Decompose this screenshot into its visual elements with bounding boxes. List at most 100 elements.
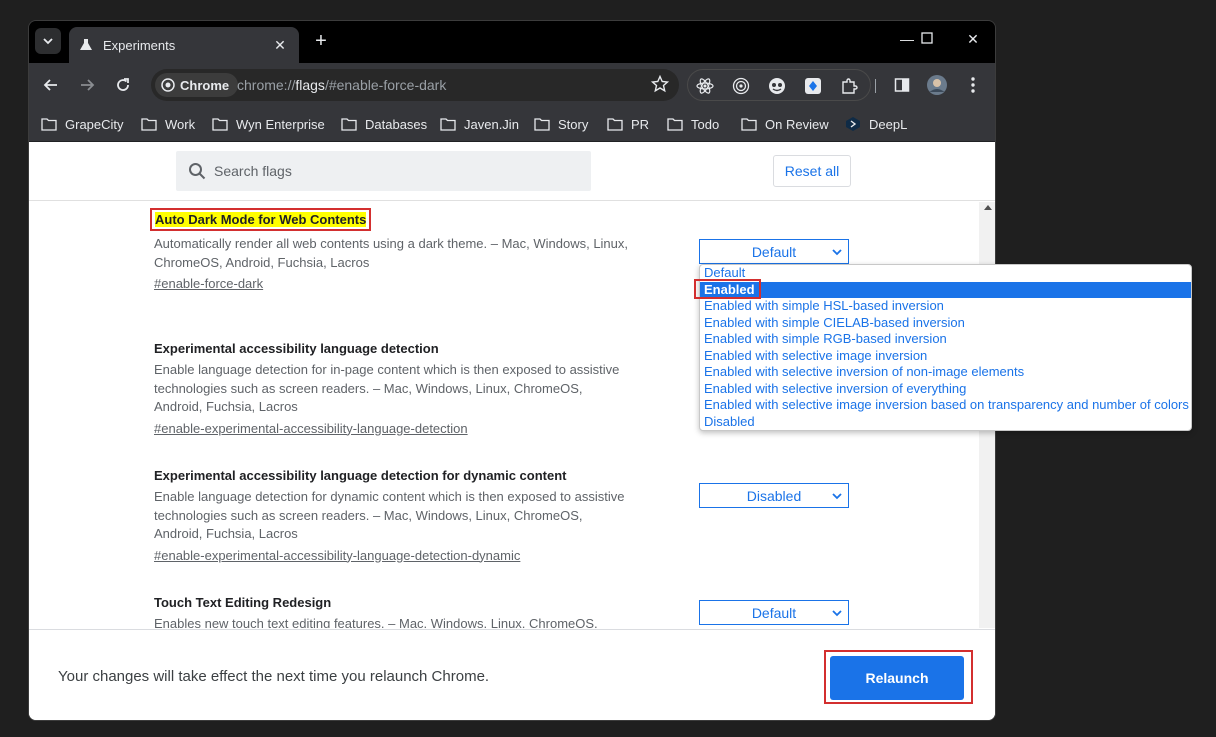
dropdown-option[interactable]: Enabled with simple HSL-based inversion	[700, 298, 1191, 315]
extension-icon-3[interactable]	[768, 77, 786, 95]
flag-item: Experimental accessibility language dete…	[154, 341, 654, 438]
relaunch-message: Your changes will take effect the next t…	[58, 668, 490, 685]
flag-description: Automatically render all web contents us…	[154, 236, 629, 270]
annotation-box: Auto Dark Mode for Web Contents	[150, 208, 372, 231]
tab-experiments[interactable]: Experiments ✕	[69, 27, 299, 63]
bookmark-item[interactable]: PR	[607, 114, 649, 134]
bookmark-label: On Review	[765, 116, 829, 132]
flag-link[interactable]: #enable-experimental-accessibility-langu…	[154, 548, 520, 563]
bookmark-label: Todo	[691, 116, 720, 132]
search-input[interactable]: Search flags	[176, 151, 591, 191]
reset-all-button[interactable]: Reset all	[773, 155, 851, 187]
relaunch-footer: Your changes will take effect the next t…	[29, 629, 995, 720]
bookmark-item[interactable]: Javen.Jin	[440, 114, 519, 134]
dropdown-option[interactable]: Enabled with selective inversion of ever…	[700, 381, 1191, 398]
address-bar[interactable]: Chrome chrome://flags/#enable-force-dark	[151, 69, 679, 101]
bookmark-label: Work	[165, 116, 196, 132]
extensions-area	[687, 69, 871, 101]
select-value: Default	[751, 243, 797, 260]
reload-icon[interactable]	[111, 73, 135, 97]
folder-icon	[741, 118, 757, 131]
url-path: /#enable-force-dark	[324, 77, 447, 93]
close-window-icon[interactable]: ✕	[953, 31, 993, 48]
bookmark-label: PR	[631, 116, 650, 132]
bookmark-item[interactable]: DeepL	[845, 114, 907, 134]
flag-select[interactable]: Disabled	[699, 483, 849, 508]
flag-description: Enable language detection for dynamic co…	[154, 489, 625, 541]
react-devtools-icon[interactable]	[696, 77, 714, 95]
flag-select[interactable]: Default	[699, 239, 849, 264]
dropdown-option[interactable]: Default	[700, 265, 1191, 282]
annotation-box	[694, 279, 761, 299]
flag-select[interactable]: Default	[699, 600, 849, 625]
flag-item: Touch Text Editing Redesign Enables new …	[154, 595, 654, 628]
bookmark-label: DeepL	[869, 116, 908, 132]
chevron-down-icon	[832, 610, 842, 617]
bookmark-label: GrapeCity	[65, 116, 124, 132]
select-value: Default	[751, 604, 797, 621]
annotation-box: Relaunch	[824, 650, 973, 704]
new-tab-button[interactable]: +	[309, 30, 333, 52]
menu-kebab-icon[interactable]	[961, 73, 985, 97]
bookmarks-bar: GrapeCity Work Wyn Enterprise Databases Jave…	[29, 107, 995, 141]
bookmark-label: Javen.Jin	[464, 116, 519, 132]
side-panel-icon[interactable]	[890, 73, 914, 97]
flag-item: Experimental accessibility language dete…	[154, 468, 654, 565]
avatar[interactable]	[925, 73, 949, 97]
folder-icon	[440, 118, 456, 131]
flag-link[interactable]: #enable-experimental-accessibility-langu…	[154, 421, 468, 436]
dropdown-option[interactable]: Enabled with selective image inversion	[700, 348, 1191, 365]
url-text: chrome://flags/#enable-force-dark	[237, 77, 446, 93]
bookmark-item[interactable]: On Review	[741, 114, 829, 134]
highlighted-title: Auto Dark Mode for Web Contents	[155, 212, 367, 227]
extension-icon-4[interactable]	[804, 77, 822, 95]
toolbar-separator	[875, 79, 876, 93]
forward-icon[interactable]	[75, 73, 99, 97]
tab-title: Experiments	[103, 37, 176, 53]
bookmark-item[interactable]: Todo	[667, 114, 719, 134]
back-icon[interactable]	[39, 73, 63, 97]
flag-title: Experimental accessibility language dete…	[154, 341, 439, 356]
flags-page: Search flags Reset all Auto Dark Mode fo…	[29, 142, 995, 720]
flask-icon	[80, 39, 92, 50]
url-scheme: chrome://	[237, 77, 296, 93]
tab-search-button[interactable]	[35, 28, 61, 54]
select-value: Disabled	[746, 487, 802, 504]
bookmark-item[interactable]: Wyn Enterprise	[212, 114, 325, 134]
chevron-down-icon	[43, 38, 53, 45]
dropdown-option[interactable]: Disabled	[700, 414, 1191, 431]
scroll-up-arrow-icon[interactable]	[984, 205, 992, 210]
bookmark-item[interactable]: Story	[534, 114, 588, 134]
bookmark-label: Wyn Enterprise	[236, 116, 325, 132]
bookmark-item[interactable]: Databases	[341, 114, 427, 134]
flag-description: Enables new touch text editing features.…	[154, 616, 598, 628]
dropdown-option[interactable]: Enabled with selective image inversion b…	[700, 397, 1191, 414]
folder-icon	[212, 118, 228, 131]
puzzle-icon[interactable]	[840, 77, 858, 95]
search-icon	[189, 163, 206, 180]
dropdown-option[interactable]: Enabled	[700, 281, 1191, 298]
flag-link[interactable]: #enable-force-dark	[154, 276, 263, 291]
folder-icon	[534, 118, 550, 131]
flags-header: Search flags Reset all	[29, 142, 995, 201]
chevron-down-icon	[832, 249, 842, 256]
bookmark-item[interactable]: GrapeCity	[41, 114, 124, 134]
chrome-logo-icon	[161, 78, 175, 92]
flag-title: Auto Dark Mode for Web Contents	[150, 208, 654, 231]
dropdown-option[interactable]: Enabled with selective inversion of non-…	[700, 364, 1191, 381]
relaunch-button[interactable]: Relaunch	[830, 656, 964, 700]
url-host: flags	[295, 77, 325, 93]
dropdown-option[interactable]: Enabled with simple CIELAB-based inversi…	[700, 315, 1191, 332]
chevron-down-icon	[832, 493, 842, 500]
close-tab-icon[interactable]: ✕	[271, 37, 289, 54]
bookmark-star-icon[interactable]	[651, 75, 669, 93]
target-extension-icon[interactable]	[732, 77, 750, 95]
toolbar: Chrome chrome://flags/#enable-force-dark	[29, 63, 995, 107]
tab-strip: Experiments ✕ + — ✕	[29, 21, 995, 63]
bookmark-item[interactable]: Work	[141, 114, 195, 134]
maximize-icon[interactable]	[907, 31, 947, 47]
folder-icon	[607, 118, 623, 131]
bookmark-label: Story	[558, 116, 589, 132]
dropdown-option[interactable]: Enabled with simple RGB-based inversion	[700, 331, 1191, 348]
chrome-chip[interactable]: Chrome	[155, 73, 239, 97]
